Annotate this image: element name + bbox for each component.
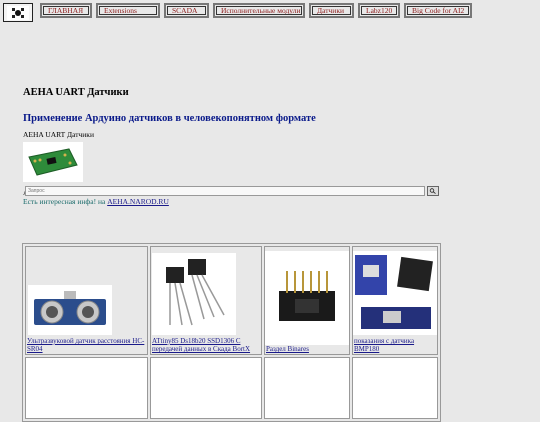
grid-cell-placeholder[interactable] [352, 357, 438, 419]
grid-cell-placeholder[interactable] [25, 357, 148, 419]
ultrasonic-sensor-icon [34, 291, 106, 325]
image-placeholder [353, 358, 437, 418]
cell-label[interactable]: показания с датчика BMP180 [353, 337, 437, 354]
info-text: Есть интересная инфа! на [23, 197, 108, 206]
info-link[interactable]: AEHA.NAROD.RU [107, 197, 169, 206]
grid-cell-binares[interactable]: Раздел Binares [264, 246, 350, 355]
nav-scada[interactable]: SCADA [164, 3, 209, 18]
module-image [23, 142, 83, 182]
product-grid: Ультразвуковой датчик расстояния HC-SR04… [22, 243, 441, 422]
transistor-sensor-icon [166, 259, 225, 326]
nav-big-code[interactable]: Big Code for AI2 [404, 3, 472, 18]
grid-cell-hcsr04[interactable]: Ультразвуковой датчик расстояния HC-SR04 [25, 246, 148, 355]
grid-cell-bmp180[interactable]: показания с датчика BMP180 [352, 246, 438, 355]
binares-image [265, 251, 349, 345]
nav-actuators[interactable]: Исполнительные модули [213, 3, 305, 18]
image-caption-top: AEHA UART Датчики [23, 130, 94, 139]
main-content: AEHA UART Датчики Применение Ардуино дат… [23, 87, 523, 197]
nav-sensors[interactable]: Датчики [309, 3, 354, 18]
pressure-sensor-icon [355, 255, 433, 329]
search-input[interactable] [25, 186, 425, 196]
search-bar [25, 186, 439, 196]
cell-label[interactable]: ATtiny85 Ds18b20 SSD1306 С передачей дан… [151, 337, 261, 354]
module-board-icon [28, 148, 78, 176]
image-placeholder [265, 358, 349, 418]
cell-label[interactable]: Ультразвуковой датчик расстояния HC-SR04 [26, 337, 147, 354]
image-placeholder [151, 358, 261, 418]
grid-row [25, 357, 438, 419]
search-button[interactable] [427, 186, 439, 196]
bmp180-image [353, 251, 437, 335]
nav-labz120[interactable]: Labz120 [358, 3, 400, 18]
nav-extensions[interactable]: Extensions [96, 3, 160, 18]
page-subtitle: Применение Ардуино датчиков в человекопо… [23, 113, 316, 124]
logo-icon [7, 5, 29, 20]
site-logo[interactable] [3, 3, 33, 22]
info-line: Есть интересная инфа! на AEHA.NAROD.RU [23, 197, 169, 206]
image-placeholder [26, 358, 147, 418]
grid-cell-placeholder[interactable] [264, 357, 350, 419]
grid-cell-placeholder[interactable] [150, 357, 262, 419]
attiny-image [152, 253, 236, 335]
search-icon [429, 188, 436, 194]
cell-label[interactable]: Раздел Binares [265, 345, 349, 354]
top-nav: ГЛАВНАЯ Extensions SCADA Исполнительные … [40, 3, 472, 18]
grid-row: Ультразвуковой датчик расстояния HC-SR04… [25, 246, 438, 355]
nav-home[interactable]: ГЛАВНАЯ [40, 3, 92, 18]
hcsr04-image [28, 285, 112, 335]
grid-cell-attiny[interactable]: ATtiny85 Ds18b20 SSD1306 С передачей дан… [150, 246, 262, 355]
page-title: AEHA UART Датчики [23, 87, 129, 98]
connector-icon [279, 271, 335, 321]
